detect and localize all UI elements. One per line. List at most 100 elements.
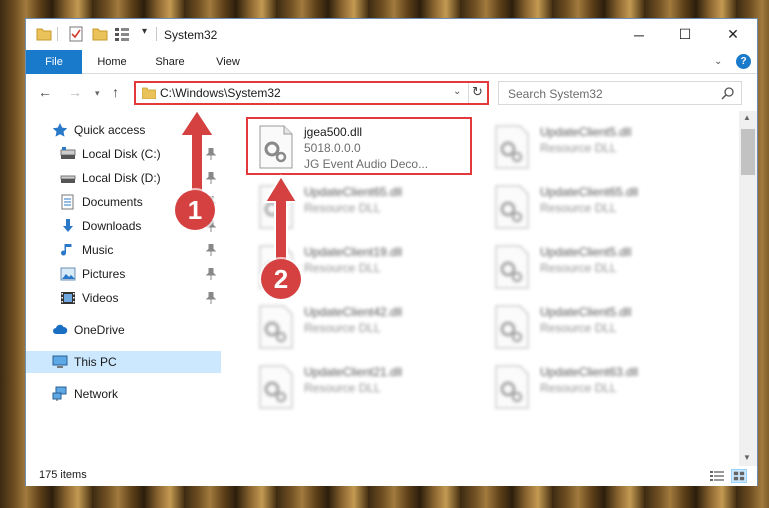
pictures-icon (60, 267, 76, 281)
file-description: Resource DLL (304, 201, 381, 215)
address-separator (468, 83, 469, 103)
toolbar-separator (57, 27, 58, 41)
dll-file-icon (495, 365, 529, 409)
address-dropdown-icon[interactable]: ⌄ (453, 86, 461, 97)
maximize-icon: ☐ (678, 26, 692, 42)
tab-home[interactable]: Home (86, 50, 138, 74)
file-name: UpdateClient5.dll (540, 125, 632, 139)
close-button[interactable]: ✕ (708, 19, 758, 50)
help-icon[interactable]: ? (736, 54, 751, 69)
explorer-window: ▾ System32 ─ ☐ ✕ File Home Share View ⌄ … (25, 18, 758, 486)
tab-file[interactable]: File (26, 50, 82, 74)
sidebar-item-music[interactable]: Music (26, 239, 221, 261)
dll-file-icon (495, 245, 529, 289)
vertical-scrollbar[interactable]: ▲ ▼ (739, 111, 757, 467)
pin-icon[interactable] (206, 244, 216, 256)
search-input[interactable]: Search System32 (498, 81, 742, 105)
file-tile[interactable]: UpdateClient5.dll Resource DLL (486, 119, 716, 175)
tab-share[interactable]: Share (144, 50, 196, 74)
sidebar-item-label: Documents (82, 195, 143, 209)
file-name: UpdateClient63.dll (540, 365, 639, 379)
file-name: UpdateClient65.dll (540, 185, 639, 199)
arrow-to-file (263, 174, 299, 267)
downloads-icon (63, 219, 73, 232)
sidebar-item-label: OneDrive (74, 323, 125, 337)
file-tile[interactable]: UpdateClient5.dll Resource DLL (486, 299, 716, 355)
sidebar-item-label: Quick access (74, 123, 146, 137)
maximize-button[interactable]: ☐ (662, 19, 708, 50)
dll-file-icon (495, 125, 529, 169)
address-path: C:\Windows\System32 (160, 86, 281, 100)
search-placeholder: Search System32 (508, 87, 603, 101)
network-icon (52, 386, 67, 401)
close-icon: ✕ (727, 26, 739, 42)
toolbar-separator (156, 27, 157, 41)
title-bar: ▾ System32 ─ ☐ ✕ (26, 19, 757, 50)
expand-ribbon-icon[interactable]: ⌄ (714, 56, 722, 67)
sidebar-item-label: Music (82, 243, 114, 257)
search-icon[interactable] (721, 86, 735, 100)
sidebar-item-label: Pictures (82, 267, 126, 281)
step-2-callout: 2 (261, 259, 301, 299)
file-name: UpdateClient5.dll (540, 305, 632, 319)
drive-icon (60, 175, 76, 183)
up-arrow-icon[interactable]: ↑ (112, 84, 119, 100)
file-description: Resource DLL (304, 321, 381, 335)
sidebar-item-label: Downloads (82, 219, 142, 233)
dll-file-icon (495, 185, 529, 229)
forward-arrow-icon[interactable]: → (68, 84, 82, 100)
folder-icon (142, 87, 156, 99)
sidebar-item-this-pc[interactable]: This PC (26, 351, 221, 373)
onedrive-icon (53, 324, 68, 334)
minimize-button[interactable]: ─ (616, 19, 662, 50)
file-tile[interactable]: UpdateClient21.dll Resource DLL (250, 359, 480, 415)
tab-view[interactable]: View (202, 50, 254, 74)
scrollbar-thumb[interactable] (741, 129, 755, 175)
scroll-up-icon[interactable]: ▲ (743, 113, 751, 122)
file-name: UpdateClient5.dll (540, 245, 632, 259)
sidebar-item-label: Videos (82, 291, 119, 305)
file-name: UpdateClient65.dll (304, 185, 403, 199)
dll-file-icon (495, 305, 529, 349)
file-name: UpdateClient42.dll (304, 305, 403, 319)
file-description: Resource DLL (304, 381, 381, 395)
file-tile[interactable]: UpdateClient65.dll Resource DLL (486, 179, 716, 235)
arrow-to-address-bar (178, 108, 216, 197)
address-bar[interactable]: C:\Windows\System32 ⌄ ↻ (134, 81, 489, 105)
sidebar-item-pictures[interactable]: Pictures (26, 263, 221, 285)
documents-icon (61, 194, 74, 210)
file-description: Resource DLL (540, 141, 617, 155)
file-highlight-box (246, 117, 472, 175)
dll-file-icon (259, 305, 293, 349)
window-title: System32 (164, 28, 218, 42)
scroll-down-icon[interactable]: ▼ (743, 453, 751, 462)
file-name: UpdateClient21.dll (304, 365, 403, 379)
music-icon (61, 244, 72, 256)
new-folder-icon[interactable] (92, 26, 108, 42)
pc-icon (52, 355, 68, 368)
properties-icon[interactable] (68, 26, 84, 42)
sidebar-item-onedrive[interactable]: OneDrive (26, 319, 221, 341)
drive-icon (60, 147, 76, 159)
navigation-bar: ← → ▾ ↑ C:\Windows\System32 ⌄ ↻ Search S… (26, 75, 757, 111)
sidebar-item-network[interactable]: Network (26, 383, 221, 405)
folder-icon[interactable] (36, 26, 52, 42)
back-arrow-icon[interactable]: ← (38, 84, 52, 100)
sidebar-item-label: Local Disk (D:) (82, 171, 161, 185)
details-view-icon[interactable] (709, 469, 725, 483)
pin-icon[interactable] (206, 268, 216, 280)
quick-access-dropdown-icon[interactable]: ▾ (142, 26, 147, 37)
refresh-icon[interactable]: ↻ (472, 84, 483, 100)
file-tile[interactable]: UpdateClient63.dll Resource DLL (486, 359, 716, 415)
file-tile[interactable]: UpdateClient42.dll Resource DLL (250, 299, 480, 355)
dll-file-icon (259, 365, 293, 409)
view-options-icon[interactable] (114, 26, 130, 42)
sidebar-item-videos[interactable]: Videos (26, 287, 221, 309)
large-icons-view-icon[interactable] (731, 469, 747, 483)
item-count: 175 items (39, 469, 87, 481)
videos-icon (61, 292, 75, 304)
file-description: Resource DLL (540, 201, 617, 215)
file-tile[interactable]: UpdateClient5.dll Resource DLL (486, 239, 716, 295)
pin-icon[interactable] (206, 292, 216, 304)
recent-locations-icon[interactable]: ▾ (95, 88, 100, 99)
